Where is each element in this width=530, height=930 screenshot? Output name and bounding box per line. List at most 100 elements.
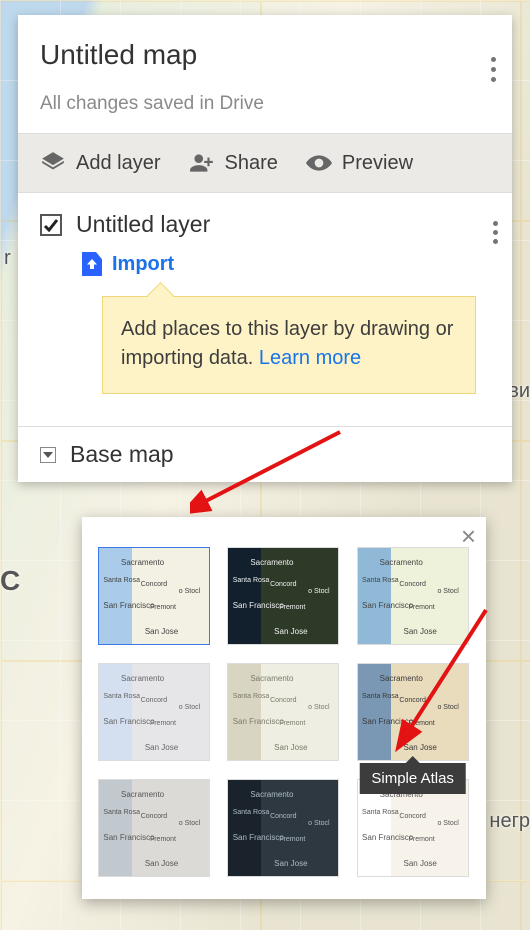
import-button[interactable]: Import xyxy=(82,252,490,276)
thumb-city-label: Sacramento xyxy=(121,790,164,799)
thumb-city-label: Concord xyxy=(270,697,296,704)
panel-toolbar: Add layer Share Preview xyxy=(18,133,512,193)
map-text: негр xyxy=(489,810,530,833)
thumb-city-label: Sacramento xyxy=(380,674,423,683)
thumb-city-label: o Stocl xyxy=(308,704,329,711)
thumb-city-label: Santa Rosa xyxy=(362,577,399,584)
layers-icon xyxy=(40,150,66,176)
eye-icon xyxy=(306,150,332,176)
thumb-city-label: Fremont xyxy=(409,720,435,727)
thumb-city-label: San Francisco xyxy=(103,717,154,726)
kebab-dot-icon xyxy=(491,57,496,62)
thumb-city-label: Concord xyxy=(399,581,425,588)
import-label: Import xyxy=(112,253,174,276)
thumb-city-label: Santa Rosa xyxy=(233,577,270,584)
add-layer-label: Add layer xyxy=(76,152,161,175)
preview-label: Preview xyxy=(342,152,413,175)
layer-menu-button[interactable] xyxy=(489,217,502,248)
thumb-city-label: Sacramento xyxy=(121,558,164,567)
thumb-city-label: San Jose xyxy=(404,859,437,868)
kebab-dot-icon xyxy=(491,77,496,82)
kebab-dot-icon xyxy=(493,221,498,226)
thumb-city-label: Sacramento xyxy=(250,790,293,799)
basemap-style-gray[interactable]: SacramentoSanta RosaConcordo StoclSan Fr… xyxy=(98,779,210,877)
basemap-style-mono[interactable]: Sacramento Santa RosaConcord o Stocl San Fr… xyxy=(227,663,339,761)
thumb-city-label: Fremont xyxy=(150,604,176,611)
thumb-city-label: San Francisco xyxy=(362,717,413,726)
map-text: r xyxy=(4,247,11,270)
thumb-city-label: San Jose xyxy=(145,627,178,636)
thumb-city-label: Santa Rosa xyxy=(362,809,399,816)
layer-section: Untitled layer Import Add places to this… xyxy=(18,193,512,426)
caret-down-icon xyxy=(40,447,56,463)
thumb-city-label: Santa Rosa xyxy=(233,693,270,700)
thumb-city-label: Fremont xyxy=(279,836,305,843)
thumb-city-label: San Francisco xyxy=(233,833,284,842)
thumb-city-label: San Francisco xyxy=(103,833,154,842)
thumb-city-label: San Jose xyxy=(145,859,178,868)
panel-header: Untitled map All changes saved in Drive xyxy=(18,15,512,133)
basemap-label: Base map xyxy=(70,441,174,468)
basemap-toggle[interactable]: Base map xyxy=(18,426,512,482)
layer-name[interactable]: Untitled layer xyxy=(76,211,210,238)
thumb-city-label: o Stocl xyxy=(437,704,458,711)
basemap-style-map[interactable]: SacramentoSanta RosaConcordo StoclSan Fr… xyxy=(98,547,210,645)
map-text: C xyxy=(0,565,20,597)
thumb-city-label: o Stocl xyxy=(179,704,200,711)
thumb-city-label: Concord xyxy=(141,697,167,704)
basemap-style-atlas[interactable]: Sacramento Santa RosaConcord o Stocl San Fr… xyxy=(357,663,469,761)
thumb-city-label: Concord xyxy=(399,813,425,820)
person-add-icon xyxy=(189,150,215,176)
thumb-city-label: Santa Rosa xyxy=(362,693,399,700)
thumb-city-label: o Stocl xyxy=(437,820,458,827)
map-title[interactable]: Untitled map xyxy=(40,39,490,71)
thumb-city-label: Fremont xyxy=(279,720,305,727)
kebab-dot-icon xyxy=(491,67,496,72)
layer-header[interactable]: Untitled layer xyxy=(40,211,490,238)
thumb-city-label: Sacramento xyxy=(250,558,293,567)
basemap-style-terrain[interactable]: Sacramento Santa RosaConcord o Stocl San Fr… xyxy=(357,547,469,645)
thumb-city-label: Fremont xyxy=(409,604,435,611)
style-tooltip: Simple Atlas xyxy=(359,763,466,794)
thumb-city-label: Sacramento xyxy=(250,674,293,683)
basemap-style-political[interactable]: Sacramento Santa RosaConcord o Stocl San Fr… xyxy=(98,663,210,761)
thumb-city-label: Sacramento xyxy=(121,674,164,683)
thumb-city-label: Concord xyxy=(141,581,167,588)
thumb-city-label: San Jose xyxy=(404,743,437,752)
basemap-style-satellite[interactable]: SacramentoSanta RosaConcordo StoclSan Fr… xyxy=(227,547,339,645)
thumb-city-label: Fremont xyxy=(279,604,305,611)
thumb-city-label: o Stocl xyxy=(437,588,458,595)
share-button[interactable]: Share xyxy=(189,150,278,176)
thumb-city-label: San Francisco xyxy=(233,717,284,726)
add-layer-button[interactable]: Add layer xyxy=(40,150,161,176)
thumb-city-label: o Stocl xyxy=(179,820,200,827)
panel-menu-button[interactable] xyxy=(485,51,502,88)
thumb-city-label: San Francisco xyxy=(103,601,154,610)
thumb-city-label: San Jose xyxy=(274,627,307,636)
thumb-city-label: Fremont xyxy=(409,836,435,843)
share-label: Share xyxy=(225,152,278,175)
thumb-city-label: San Francisco xyxy=(362,833,413,842)
learn-more-link[interactable]: Learn more xyxy=(259,347,361,369)
basemap-style-popup: × SacramentoSanta RosaConcordo StoclSan … xyxy=(82,517,486,899)
thumb-city-label: Santa Rosa xyxy=(103,809,140,816)
thumb-city-label: San Jose xyxy=(274,743,307,752)
close-button[interactable]: × xyxy=(461,523,476,549)
thumb-city-label: Sacramento xyxy=(380,558,423,567)
thumb-city-label: Concord xyxy=(270,813,296,820)
autosave-status: All changes saved in Drive xyxy=(40,93,490,115)
thumb-city-label: Santa Rosa xyxy=(103,693,140,700)
map-editor-panel: Untitled map All changes saved in Drive … xyxy=(18,15,512,482)
thumb-city-label: o Stocl xyxy=(308,820,329,827)
upload-file-icon xyxy=(82,252,102,276)
thumb-city-label: San Jose xyxy=(274,859,307,868)
thumb-city-label: Fremont xyxy=(150,720,176,727)
preview-button[interactable]: Preview xyxy=(306,150,413,176)
layer-visibility-checkbox[interactable] xyxy=(40,214,62,236)
check-icon xyxy=(43,217,59,233)
thumb-city-label: Concord xyxy=(399,697,425,704)
thumb-city-label: San Francisco xyxy=(362,601,413,610)
thumb-city-label: San Jose xyxy=(145,743,178,752)
thumb-city-label: San Jose xyxy=(404,627,437,636)
basemap-style-dark[interactable]: SacramentoSanta RosaConcordo StoclSan Fr… xyxy=(227,779,339,877)
